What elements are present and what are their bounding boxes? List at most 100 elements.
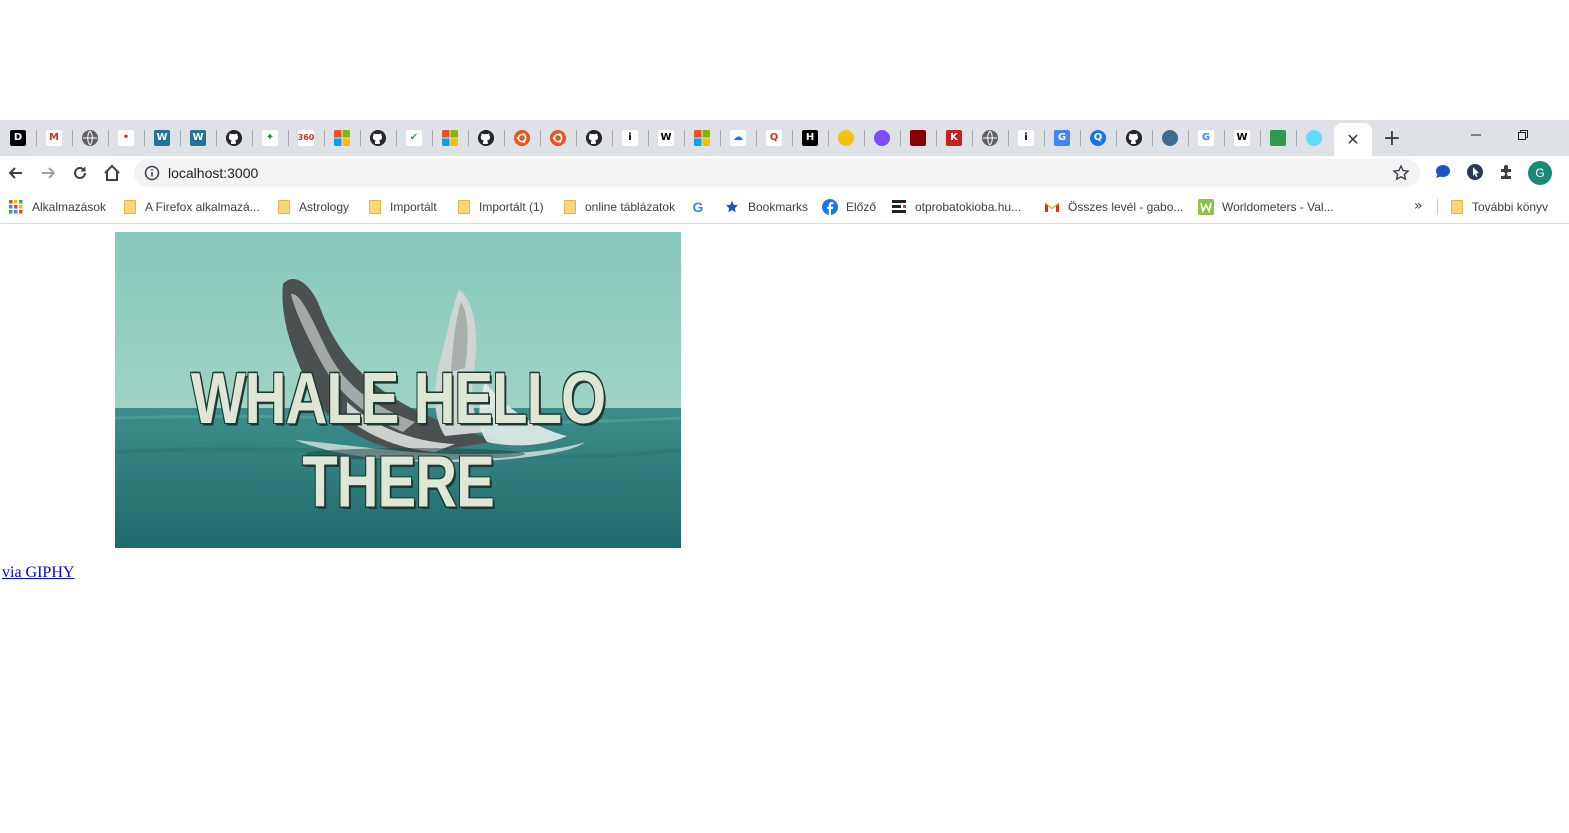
pinned-tab[interactable] [360, 126, 396, 150]
pinned-tab[interactable] [468, 126, 504, 150]
close-tab-icon[interactable]: ✕ [1346, 130, 1359, 149]
page-content: WHALE HELLO THERE via GIPHY [0, 224, 1569, 833]
bookmark-label: A Firefox alkalmazá... [145, 200, 260, 214]
react-icon [1306, 130, 1322, 146]
bookmark-item[interactable]: Importált (1) [455, 198, 544, 216]
bookmark-star-icon[interactable] [1392, 164, 1410, 182]
url-text[interactable]: localhost:3000 [168, 165, 258, 181]
pinned-tab[interactable] [324, 126, 360, 150]
bookmark-item[interactable]: online táblázatok [561, 198, 675, 216]
pinned-tab[interactable]: W [648, 126, 684, 150]
dev-icon: D [10, 130, 26, 146]
pinned-tab[interactable] [1260, 126, 1296, 150]
minimize-button[interactable] [1453, 120, 1499, 150]
pinned-tab[interactable]: W [144, 126, 180, 150]
pinned-tab[interactable]: K [936, 126, 972, 150]
active-tab[interactable]: ✕ [1334, 123, 1372, 156]
pinned-tab[interactable] [216, 126, 252, 150]
reload-icon [74, 166, 86, 179]
more-bookmarks-button[interactable]: » [1414, 198, 1423, 214]
pinned-tab[interactable] [504, 126, 540, 150]
bookmark-item[interactable]: Bookmarks [724, 198, 808, 216]
bookmark-item[interactable]: Importált [366, 198, 437, 216]
pinned-tab[interactable]: W [1224, 126, 1260, 150]
messenger-icon [874, 130, 890, 146]
pinned-tab[interactable] [540, 126, 576, 150]
via-giphy-link[interactable]: via GIPHY [2, 564, 74, 582]
hexagon-icon [1270, 130, 1286, 146]
pinned-tab[interactable]: • [108, 126, 144, 150]
github-icon [226, 130, 242, 146]
pinned-tab[interactable]: 360 [288, 126, 324, 150]
bookmark-item[interactable]: Astrology [275, 198, 349, 216]
folder-icon [561, 199, 577, 215]
forward-button[interactable] [36, 161, 60, 185]
bookmark-label: Előző [846, 200, 877, 214]
bookmark-item[interactable]: G [690, 198, 714, 216]
star-icon [724, 199, 740, 215]
pinned-tab[interactable] [72, 126, 108, 150]
back-arrow-icon [8, 167, 22, 179]
back-button[interactable] [4, 161, 28, 185]
new-tab-button[interactable]: + [1379, 126, 1405, 151]
extension-chat[interactable] [1433, 162, 1453, 182]
pinned-tab[interactable]: D [0, 126, 36, 150]
restore-button[interactable] [1500, 120, 1546, 150]
bookmark-item[interactable]: Előző [822, 198, 876, 216]
pinned-tab[interactable]: ✦ [252, 126, 288, 150]
pinned-tab[interactable]: G [1044, 126, 1080, 150]
pinned-tab[interactable]: G [1188, 126, 1224, 150]
home-button[interactable] [100, 161, 124, 185]
minimize-icon [1471, 134, 1481, 136]
extensions-button[interactable] [1497, 162, 1517, 182]
folder-icon [1448, 199, 1464, 215]
bookmark-item[interactable]: A Firefox alkalmazá... [121, 198, 260, 216]
folder-icon [455, 199, 471, 215]
bookmark-item[interactable]: Összes levél - gabo... [1044, 198, 1183, 216]
pinned-tab[interactable]: Q [1080, 126, 1116, 150]
pinned-tab[interactable]: M [36, 126, 72, 150]
pinned-tab[interactable]: ☁ [720, 126, 756, 150]
chat-bubble-icon [1436, 165, 1450, 178]
gif-caption: WHALE HELLO THERE [190, 357, 606, 523]
forward-arrow-icon [42, 167, 56, 179]
bookmark-label: Alkalmazások [32, 200, 107, 214]
eye-icon [1162, 130, 1178, 146]
pinned-tab[interactable] [1152, 126, 1188, 150]
otp-icon [891, 199, 907, 215]
pinned-tab[interactable] [1296, 126, 1332, 150]
whale-gif[interactable]: WHALE HELLO THERE [115, 232, 681, 548]
pinned-tab[interactable]: i [1008, 126, 1044, 150]
other-bookmarks[interactable]: További könyv [1448, 198, 1548, 216]
pinned-tab[interactable]: ✔ [396, 126, 432, 150]
reload-button[interactable] [68, 161, 92, 185]
translate-icon: G [1054, 130, 1070, 146]
pinned-tab[interactable] [1116, 126, 1152, 150]
pinned-tab[interactable] [576, 126, 612, 150]
pinned-tab[interactable]: H [792, 126, 828, 150]
pinned-tab[interactable] [432, 126, 468, 150]
pinned-tab[interactable] [972, 126, 1008, 150]
info-bar-icon: i [622, 130, 638, 146]
cursor-circle-icon [1467, 164, 1483, 180]
folder-icon [275, 199, 291, 215]
leaf-icon: ✦ [262, 130, 278, 146]
pinned-tab[interactable]: i [612, 126, 648, 150]
quora-icon: Q [766, 130, 782, 146]
folder-icon [366, 199, 382, 215]
bookmarks-bar: » További könyv Alkalmazások A Firefox al… [0, 190, 1569, 224]
bookmark-item[interactable]: Worldometers - Val... [1198, 198, 1334, 216]
pinned-tab[interactable] [828, 126, 864, 150]
pinned-tab[interactable] [864, 126, 900, 150]
extension-cursor[interactable] [1465, 162, 1485, 182]
pinned-tab[interactable]: Q [756, 126, 792, 150]
bookmark-label: Astrology [299, 200, 350, 214]
pinned-tab[interactable]: W [180, 126, 216, 150]
address-bar[interactable]: localhost:3000 [134, 159, 1420, 187]
bookmark-item[interactable]: Alkalmazások [8, 198, 106, 216]
browser-chrome: ✕ + D M • W W ✦ 360 ✔ i W ☁ Q H Ki G Q G W localhost:3000 [0, 120, 1569, 224]
bookmark-item[interactable]: otprobatokioba.hu... [891, 198, 1021, 216]
profile-avatar[interactable]: G [1528, 161, 1552, 185]
pinned-tab[interactable] [900, 126, 936, 150]
pinned-tab[interactable] [684, 126, 720, 150]
